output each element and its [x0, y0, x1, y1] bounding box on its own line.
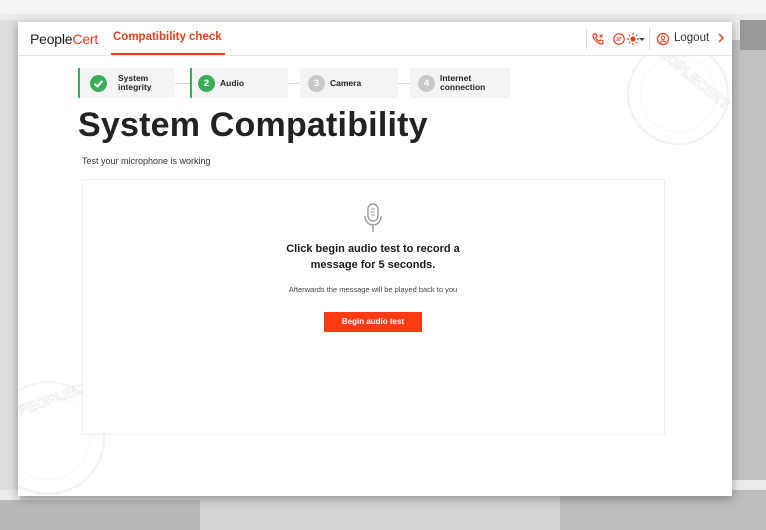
backdrop-block	[0, 0, 766, 14]
watermark-seal-top-right: PEOPLECERT	[627, 40, 732, 145]
step-number: 4	[418, 75, 435, 92]
step-active-bar	[78, 68, 80, 98]
backdrop-block	[0, 20, 18, 490]
chevron-down-icon[interactable]	[638, 32, 646, 46]
logout-link[interactable]: Logout	[674, 32, 709, 44]
toolbar-divider	[586, 28, 587, 50]
backdrop-block	[732, 40, 766, 480]
step-connector	[175, 83, 190, 84]
step-label-line2: integrity	[118, 82, 152, 92]
check-icon	[90, 75, 107, 92]
step-active-bar	[190, 68, 192, 98]
step-label-line2: connection	[440, 82, 486, 92]
backdrop-block	[0, 500, 200, 530]
nav-tab-compatibility-check[interactable]: Compatibility check	[113, 31, 222, 43]
backdrop-block	[560, 490, 766, 530]
step-number: 3	[308, 75, 325, 92]
step-audio: 2 Audio	[190, 68, 288, 98]
logo-accent: Cert	[72, 31, 99, 47]
app-window: PEOPLECERT PEOPLECERT PeopleCert Compati…	[18, 22, 732, 496]
step-internet-connection: 4 Internet connection	[410, 68, 510, 98]
heading-line2: message for 5 seconds.	[310, 259, 436, 271]
step-system-integrity: System integrity	[78, 68, 175, 98]
backdrop-block	[740, 20, 766, 50]
page-subtitle: Test your microphone is working	[82, 156, 211, 166]
page-title: System Compatibility	[78, 106, 428, 144]
step-label: System integrity	[118, 74, 152, 92]
microphone-icon	[364, 203, 382, 232]
toolbar-divider	[649, 28, 650, 50]
chat-icon[interactable]	[612, 32, 626, 46]
step-number: 2	[198, 75, 215, 92]
begin-audio-test-button[interactable]: Begin audio test	[324, 312, 422, 332]
phone-icon[interactable]	[591, 32, 605, 46]
step-label: Internet connection	[440, 74, 485, 92]
step-connector	[288, 83, 300, 84]
heading-line1: Click begin audio test to record a	[286, 243, 460, 255]
chevron-right-icon[interactable]	[717, 33, 725, 43]
peoplecert-logo[interactable]: PeopleCert	[30, 31, 98, 47]
logo-main: People	[30, 31, 73, 47]
audio-test-heading: Click begin audio test to record a messa…	[258, 241, 488, 273]
step-label: Audio	[220, 78, 245, 88]
playback-note: Afterwards the message will be played ba…	[288, 285, 458, 294]
top-bar: PeopleCert Compatibility check Logout	[18, 22, 732, 56]
step-label: Camera	[330, 78, 362, 88]
step-camera: 3 Camera	[300, 68, 398, 98]
active-tab-indicator	[111, 53, 225, 55]
step-connector	[398, 83, 410, 84]
user-circle-icon[interactable]	[656, 32, 670, 46]
